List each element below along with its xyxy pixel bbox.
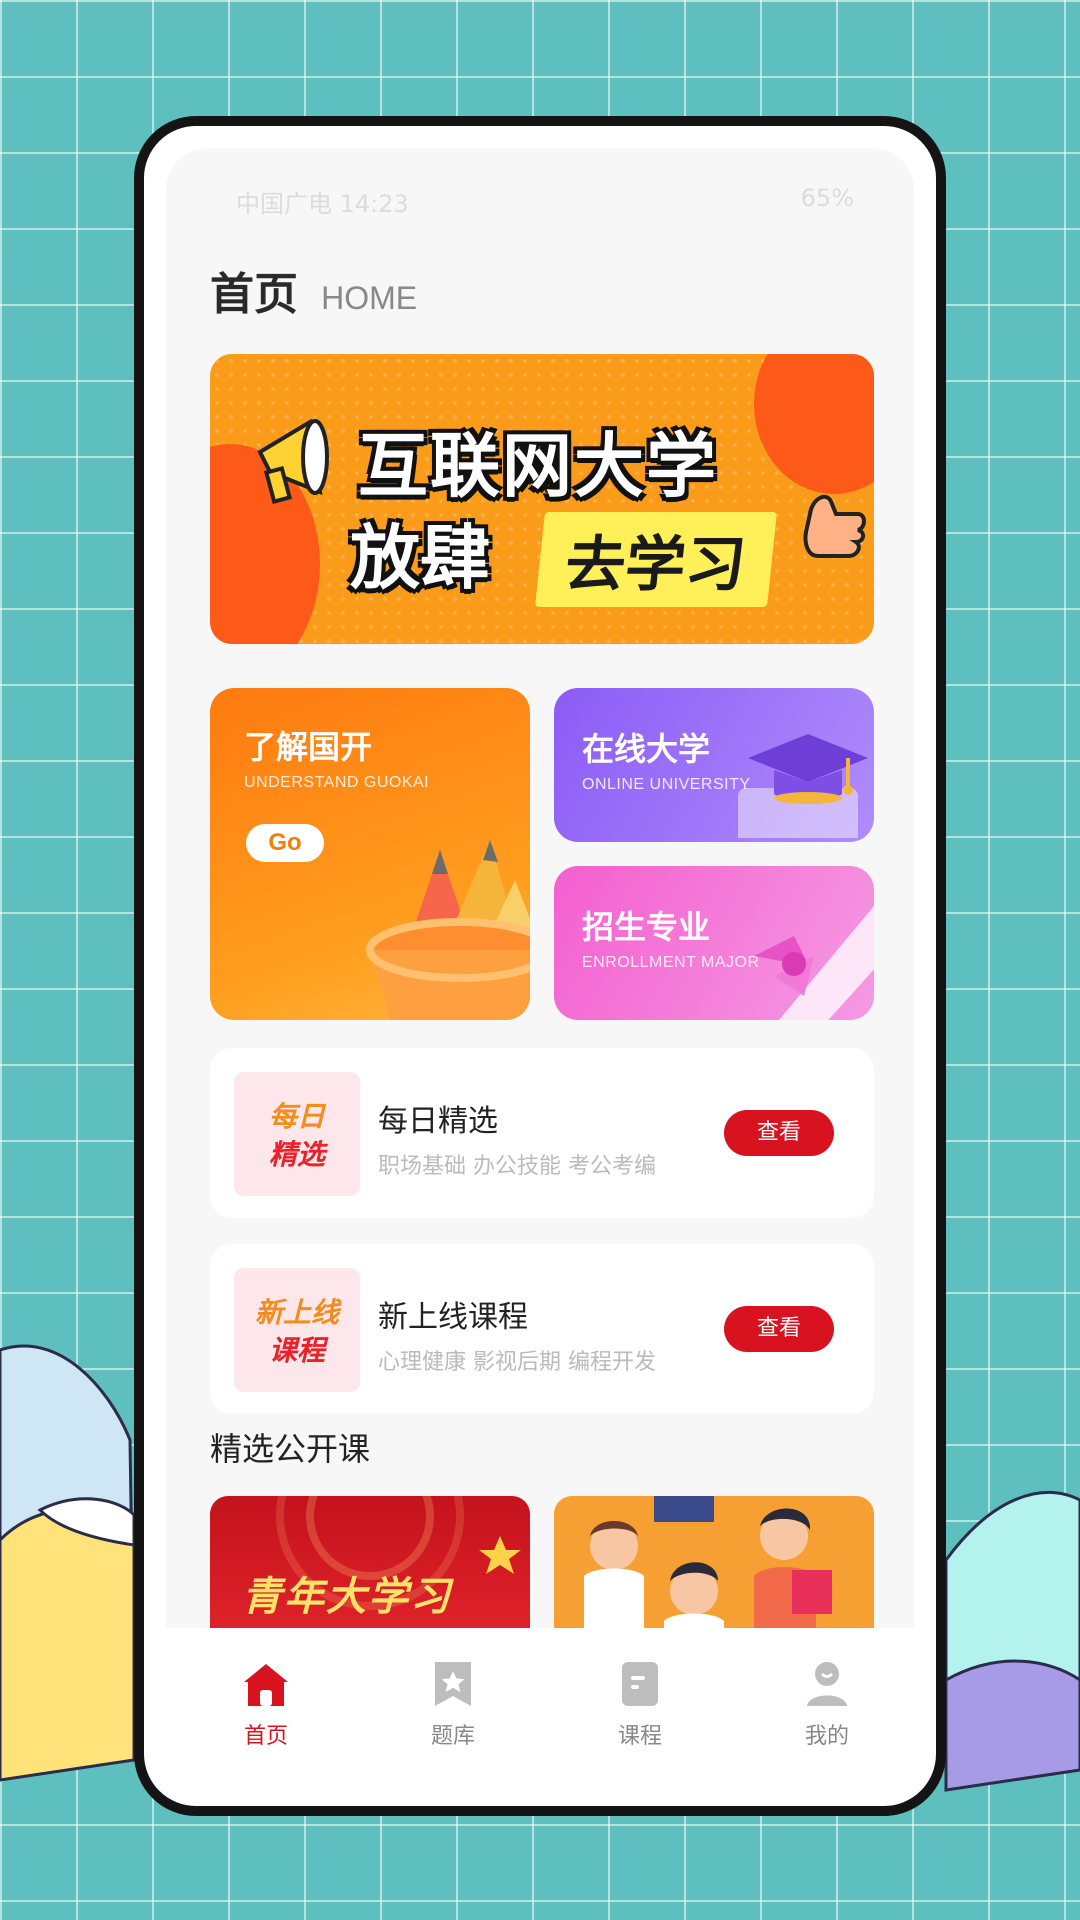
list-card-new-courses[interactable]: 新上线 课程 新上线课程 心理健康 影视后期 编程开发 查看 [210, 1244, 874, 1414]
list-card-tags: 职场基础 办公技能 考公考编 [378, 1154, 656, 1179]
page-header: 首页 HOME [210, 258, 417, 322]
card-title: 在线大学 [582, 730, 711, 768]
tab-home[interactable]: 首页 [206, 1660, 326, 1750]
card-title: 招生专业 [582, 908, 711, 946]
list-card-daily-picks[interactable]: 每日 精选 每日精选 职场基础 办公技能 考公考编 查看 [210, 1048, 874, 1218]
status-bar: 中国广电 14:23 65% [236, 184, 854, 218]
phone-frame: 中国广电 14:23 65% 首页 HOME 互联网大学 放肆 去学习 了解国开 [134, 116, 946, 1816]
course-card[interactable] [554, 1496, 874, 1636]
list-card-tags: 心理健康 影视后期 编程开发 [378, 1350, 656, 1375]
page-subtitle: HOME [321, 280, 418, 316]
list-card-title: 每日精选 [378, 1104, 498, 1139]
list-card-thumbnail: 新上线 课程 [234, 1268, 360, 1392]
card-title: 了解国开 [244, 728, 373, 766]
banner-cta: 去学习 [535, 512, 777, 607]
tab-label: 我的 [804, 1724, 849, 1749]
thumb-text: 精选 [268, 1138, 325, 1171]
list-card-thumbnail: 每日 精选 [234, 1072, 360, 1196]
go-button[interactable]: Go [246, 824, 324, 862]
bottom-tab-bar: 首页 题库 课程 我的 [166, 1628, 914, 1788]
banner-headline: 互联网大学 [358, 425, 718, 507]
status-battery: 65% [800, 184, 854, 212]
view-button[interactable]: 查看 [724, 1306, 834, 1352]
card-subtitle: UNDERSTAND GUOKAI [244, 774, 430, 791]
thumb-text: 新上线 [254, 1296, 339, 1329]
page-title: 首页 [210, 269, 298, 320]
document-icon [622, 1662, 658, 1706]
list-card-title: 新上线课程 [378, 1300, 528, 1335]
pencil-cup-icon [366, 840, 530, 1020]
students-illustration [584, 1496, 832, 1636]
tab-label: 题库 [430, 1724, 475, 1749]
promo-banner[interactable]: 互联网大学 放肆 去学习 [210, 354, 874, 644]
thumbs-up-icon [803, 494, 866, 558]
banner-headline-2: 放肆 [350, 517, 490, 599]
course-card[interactable]: 青年大学习 [210, 1496, 530, 1636]
tab-courses[interactable]: 课程 [580, 1660, 700, 1750]
card-subtitle: ONLINE UNIVERSITY [582, 776, 751, 793]
card-online-university[interactable]: 在线大学 ONLINE UNIVERSITY [554, 688, 874, 842]
tab-label: 课程 [617, 1724, 662, 1749]
graduation-cap-icon [738, 734, 868, 838]
view-button[interactable]: 查看 [724, 1110, 834, 1156]
section-title: 精选公开课 [210, 1430, 371, 1468]
diploma-icon [754, 906, 874, 1020]
course-banner-text: 青年大学习 [242, 1574, 452, 1620]
card-subtitle: ENROLLMENT MAJOR [582, 954, 760, 971]
tab-question-bank[interactable]: 题库 [393, 1660, 513, 1750]
tab-profile[interactable]: 我的 [767, 1660, 887, 1750]
card-enrollment-major[interactable]: 招生专业 ENROLLMENT MAJOR [554, 866, 874, 1020]
thumb-text: 每日 [268, 1100, 325, 1133]
home-icon [244, 1664, 288, 1706]
status-carrier-time: 中国广电 14:23 [236, 190, 409, 218]
megaphone-icon [257, 418, 329, 505]
user-icon [807, 1662, 847, 1706]
app-screen: 中国广电 14:23 65% 首页 HOME 互联网大学 放肆 去学习 了解国开 [166, 148, 914, 1788]
tab-label: 首页 [243, 1724, 288, 1749]
bookmark-star-icon [435, 1662, 471, 1706]
thumb-text: 课程 [268, 1334, 325, 1367]
card-understand-guokai[interactable]: 了解国开 UNDERSTAND GUOKAI Go [210, 688, 530, 1020]
